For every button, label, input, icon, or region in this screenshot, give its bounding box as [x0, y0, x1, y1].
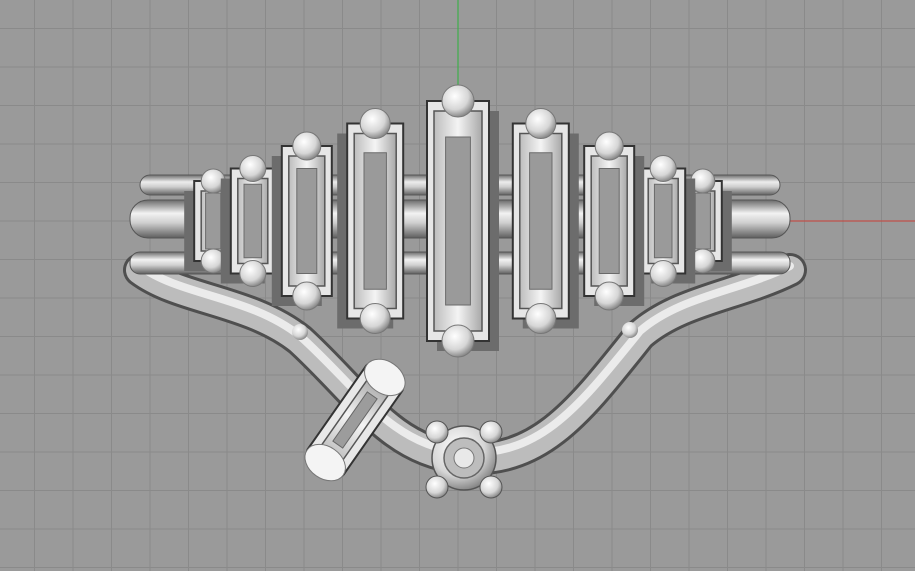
- modeling-viewport[interactable]: [0, 0, 915, 571]
- prong-ball: [479, 420, 503, 444]
- prong-ball: [425, 475, 449, 499]
- prong-cap: [292, 281, 322, 311]
- baguette-stone[interactable]: [583, 131, 645, 311]
- prong-cap: [594, 281, 624, 311]
- baguette-stone[interactable]: [271, 131, 333, 311]
- prong-cap: [292, 131, 322, 161]
- prong-cap: [594, 131, 624, 161]
- prong-cap: [525, 303, 557, 334]
- shank-ball: [292, 324, 308, 340]
- prong-cap: [441, 324, 475, 358]
- baguette-stone[interactable]: [426, 84, 499, 358]
- prong-ball: [425, 420, 449, 444]
- prong-cap: [359, 108, 391, 139]
- prong-cap: [441, 84, 475, 118]
- prong-cap: [359, 303, 391, 334]
- round-stone-setting[interactable]: [425, 420, 503, 499]
- prong-cap: [239, 155, 267, 182]
- baguette-stone[interactable]: [337, 108, 405, 334]
- prong-ball: [479, 475, 503, 499]
- prong-cap: [649, 260, 677, 287]
- prong-cap: [649, 155, 677, 182]
- prong-cap: [525, 108, 557, 139]
- baguette-stone[interactable]: [511, 108, 579, 334]
- shank-ball: [622, 322, 638, 338]
- prong-cap: [239, 260, 267, 287]
- viewport-canvas[interactable]: [0, 0, 915, 571]
